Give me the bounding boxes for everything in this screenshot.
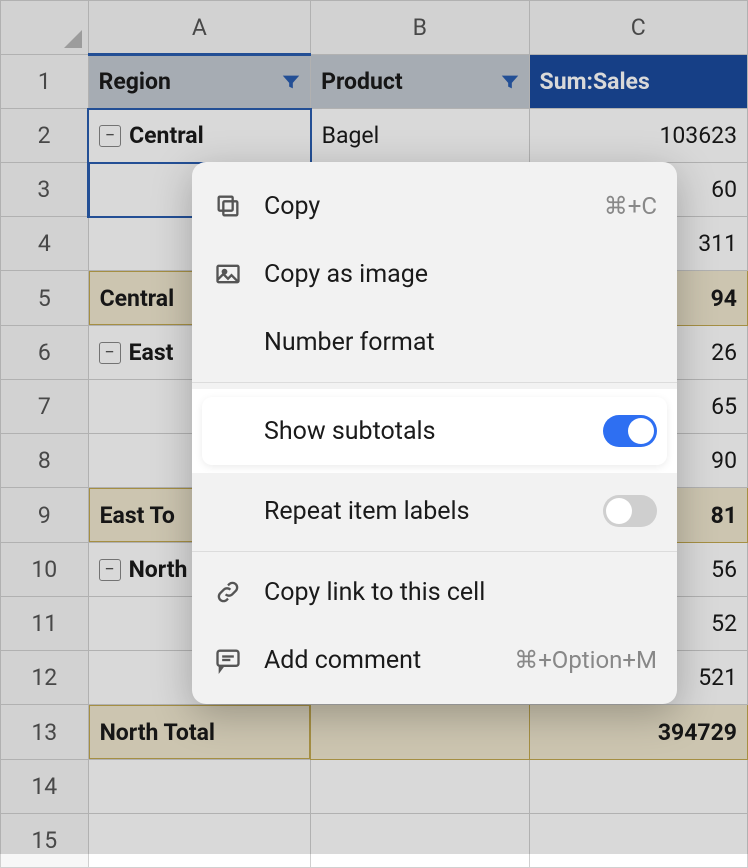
row-header-4[interactable]: 4 [1, 217, 89, 271]
menu-copy-shortcut: ⌘+C [604, 192, 657, 220]
collapse-icon[interactable]: − [99, 559, 121, 581]
data-row: 15 [1, 814, 748, 868]
cell-b15[interactable] [311, 814, 529, 868]
pivot-header-product[interactable]: Product [311, 55, 529, 109]
menu-copy-image-label: Copy as image [264, 260, 657, 289]
pivot-header-region[interactable]: Region [88, 55, 311, 109]
menu-copy-label: Copy [264, 192, 582, 221]
cell-a15[interactable] [88, 814, 311, 868]
copy-icon [214, 192, 242, 220]
link-icon [214, 578, 242, 606]
row-header-2[interactable]: 2 [1, 109, 89, 163]
comment-icon [214, 646, 242, 674]
menu-show-subtotals[interactable]: Show subtotals [202, 397, 667, 465]
cell-c14[interactable] [529, 760, 747, 814]
row-header-1[interactable]: 1 [1, 55, 89, 109]
blank-icon [214, 417, 242, 445]
row-header-11[interactable]: 11 [1, 597, 89, 651]
pivot-header-region-label: Region [99, 68, 171, 95]
column-header-a[interactable]: A [88, 1, 311, 55]
context-menu: Copy ⌘+C Copy as image Number format Sho… [192, 162, 677, 704]
menu-number-format[interactable]: Number format [192, 308, 677, 376]
menu-copy-link-label: Copy link to this cell [264, 578, 657, 607]
toggle-repeat-labels[interactable] [603, 495, 657, 527]
cell-b13[interactable] [311, 705, 529, 760]
region-label: Central [129, 122, 204, 149]
cell-c13[interactable]: 394729 [529, 705, 747, 760]
column-header-c[interactable]: C [529, 1, 747, 55]
menu-show-subtotals-label: Show subtotals [264, 417, 581, 446]
toggle-show-subtotals[interactable] [603, 415, 657, 447]
cell-b14[interactable] [311, 760, 529, 814]
cell-a14[interactable] [88, 760, 311, 814]
region-label: North [129, 556, 188, 583]
row-header-6[interactable]: 6 [1, 326, 89, 380]
row-header-10[interactable]: 10 [1, 543, 89, 597]
subtotal-row-north: 13 North Total 394729 [1, 705, 748, 760]
data-row: 2 − Central Bagel 103623 [1, 109, 748, 163]
blank-icon [214, 497, 242, 525]
menu-repeat-labels[interactable]: Repeat item labels [192, 477, 677, 545]
column-header-b[interactable]: B [311, 1, 529, 55]
menu-add-comment[interactable]: Add comment ⌘+Option+M [192, 626, 677, 694]
row-header-9[interactable]: 9 [1, 488, 89, 543]
blank-icon [214, 328, 242, 356]
image-icon [214, 260, 242, 288]
collapse-icon[interactable]: − [99, 125, 121, 147]
pivot-header-row: 1 Region Product Sum:Sales [1, 55, 748, 109]
menu-add-comment-shortcut: ⌘+Option+M [514, 646, 657, 674]
cell-c15[interactable] [529, 814, 747, 868]
cell-a2[interactable]: − Central [88, 109, 311, 163]
menu-number-format-label: Number format [264, 328, 657, 357]
row-header-12[interactable]: 12 [1, 651, 89, 705]
row-header-5[interactable]: 5 [1, 271, 89, 326]
menu-add-comment-label: Add comment [264, 646, 492, 675]
menu-copy[interactable]: Copy ⌘+C [192, 172, 677, 240]
menu-divider [192, 382, 677, 383]
select-all-corner[interactable] [1, 1, 89, 55]
row-header-3[interactable]: 3 [1, 163, 89, 217]
menu-repeat-labels-label: Repeat item labels [264, 497, 581, 526]
pivot-header-product-label: Product [321, 68, 402, 95]
filter-icon[interactable] [499, 71, 521, 93]
column-header-row: A B C [1, 1, 748, 55]
cell-c2[interactable]: 103623 [529, 109, 747, 163]
collapse-icon[interactable]: − [99, 342, 121, 364]
menu-divider [192, 551, 677, 552]
region-label: East [129, 339, 174, 366]
row-header-14[interactable]: 14 [1, 760, 89, 814]
row-header-7[interactable]: 7 [1, 380, 89, 434]
row-header-13[interactable]: 13 [1, 705, 89, 760]
highlight-band: Show subtotals [192, 389, 677, 473]
row-header-15[interactable]: 15 [1, 814, 89, 868]
cell-a13[interactable]: North Total [89, 705, 311, 759]
menu-copy-link[interactable]: Copy link to this cell [192, 558, 677, 626]
data-row: 14 [1, 760, 748, 814]
filter-icon[interactable] [280, 71, 302, 93]
row-header-8[interactable]: 8 [1, 434, 89, 488]
pivot-header-sum-sales[interactable]: Sum:Sales [529, 55, 747, 109]
cell-b2[interactable]: Bagel [311, 109, 529, 163]
menu-copy-as-image[interactable]: Copy as image [192, 240, 677, 308]
